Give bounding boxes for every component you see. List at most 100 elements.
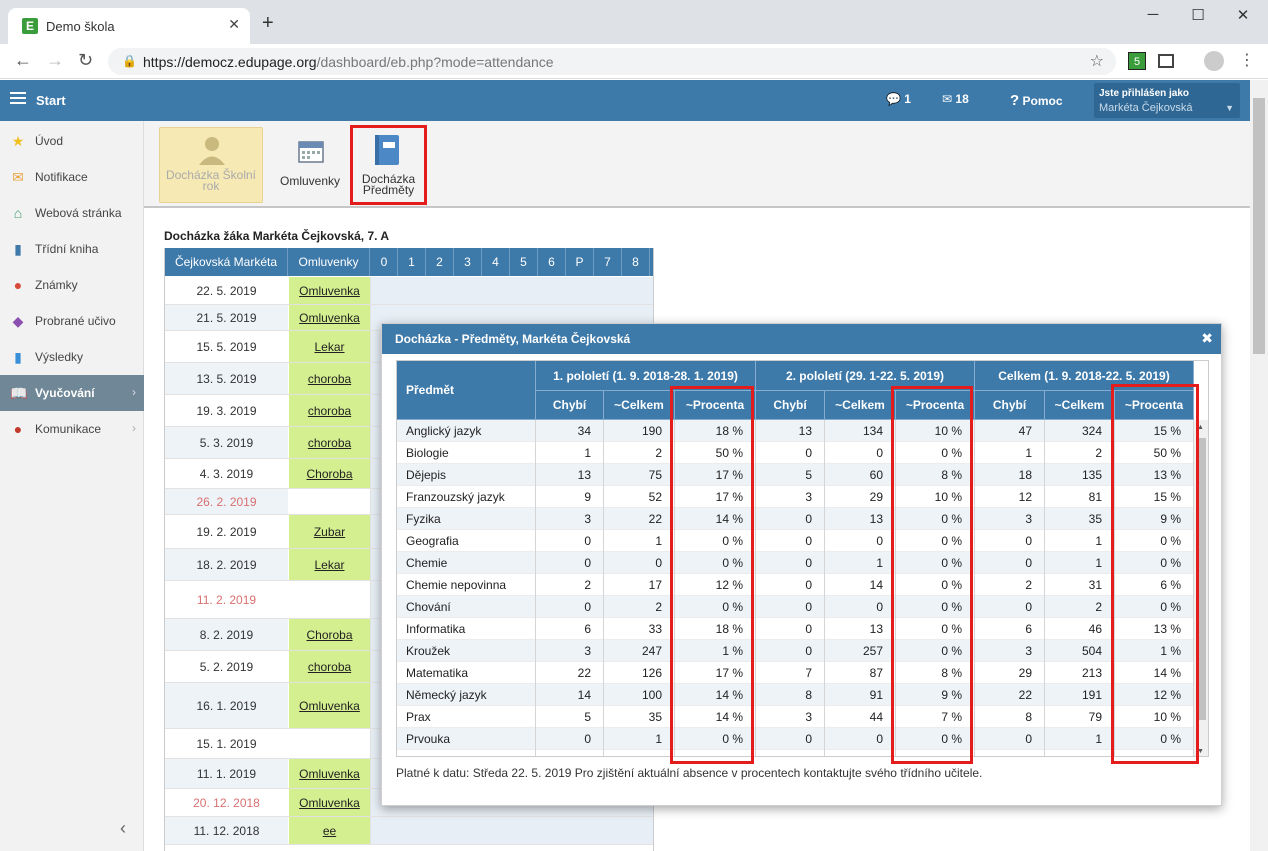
start-button[interactable]: Start xyxy=(36,93,66,108)
messages-button[interactable]: ✉ 18 xyxy=(942,92,969,106)
stat-cell: 0 xyxy=(756,596,825,618)
sidebar-item-notifikace[interactable]: ✉ Notifikace xyxy=(0,159,144,195)
stat-cell: 2 xyxy=(536,574,604,596)
attendance-date: 5. 3. 2019 xyxy=(165,427,288,458)
page-scrollbar[interactable] xyxy=(1250,80,1268,851)
sidebar-item-třídní-kniha[interactable]: ▮ Třídní kniha xyxy=(0,231,144,267)
close-icon[interactable]: ✖ xyxy=(1201,330,1213,347)
maximize-icon[interactable]: ☐ xyxy=(1183,6,1213,24)
new-tab-icon[interactable]: + xyxy=(262,12,274,35)
back-icon[interactable]: ← xyxy=(14,50,32,71)
browser-menu-icon[interactable]: ⋮ xyxy=(1238,52,1256,70)
sidebar-item-webová-stránka[interactable]: ⌂ Webová stránka xyxy=(0,195,144,231)
url-field[interactable]: 🔒 https://democz.edupage.org/dashboard/e… xyxy=(108,48,1116,75)
excuse-link[interactable]: Omluvenka xyxy=(289,277,371,304)
period-header: 3 xyxy=(454,248,482,276)
excuse-link[interactable]: choroba xyxy=(289,363,371,394)
subject-row: Chování 0 2 0 % 0 0 0 % 0 2 0 % xyxy=(397,596,1194,618)
stat-cell: 6 xyxy=(536,750,604,756)
stat-cell: 87 xyxy=(825,662,896,684)
excuse-link[interactable]: choroba xyxy=(289,427,371,458)
excuse-link[interactable]: Omluvenka xyxy=(289,305,371,330)
subject-row: Fyzika 3 22 14 % 0 13 0 % 3 35 9 % xyxy=(397,508,1194,530)
stat-cell: 81 xyxy=(1045,486,1115,508)
sidebar-item-výsledky[interactable]: ▮ Výsledky xyxy=(0,339,144,375)
browser-tab[interactable]: E Demo škola ✕ xyxy=(8,8,250,44)
excuse-link[interactable]: Lekar xyxy=(289,549,371,580)
excuse-header: Omluvenky xyxy=(288,248,370,276)
period-header: 0 xyxy=(371,248,398,276)
stat-cell: 9 xyxy=(536,486,604,508)
excuse-link[interactable]: Omluvenka xyxy=(289,759,371,788)
sidebar-item-známky[interactable]: ● Známky xyxy=(0,267,144,303)
window-close-icon[interactable]: ✕ xyxy=(1228,6,1258,24)
excuses-button[interactable]: Omluvenky xyxy=(277,127,343,203)
tab-close-icon[interactable]: ✕ xyxy=(228,16,240,33)
attendance-date: 20. 12. 2018 xyxy=(193,795,260,810)
bookmark-star-icon[interactable]: ☆ xyxy=(1090,51,1104,71)
extension-badge-icon[interactable]: 5 xyxy=(1128,52,1146,70)
excuse-link[interactable]: Choroba xyxy=(289,619,371,650)
stat-cell: 3 xyxy=(756,706,825,728)
excuse-link[interactable]: Zubar xyxy=(289,515,371,548)
subject-name: Fyzika xyxy=(397,508,536,530)
stat-cell: 5 xyxy=(756,464,825,486)
attendance-date: 19. 2. 2019 xyxy=(196,524,257,539)
attendance-date: 22. 5. 2019 xyxy=(196,283,257,298)
stat-cell: 3 xyxy=(536,508,604,530)
lock-icon: 🔒 xyxy=(122,54,137,68)
excuse-link[interactable]: ee xyxy=(289,817,371,844)
stat-cell: 0 xyxy=(756,574,825,596)
stat-cell: 1 xyxy=(536,442,604,464)
excuse-link[interactable]: choroba xyxy=(289,395,371,426)
attendance-subjects-button[interactable]: Docházka Předměty xyxy=(350,125,427,205)
forward-icon[interactable]: → xyxy=(46,50,64,71)
sidebar-item-label: Třídní kniha xyxy=(35,242,99,256)
stat-cell: 29 xyxy=(975,662,1045,684)
dialog-title: Docházka - Předměty, Markéta Čejkovská xyxy=(395,332,631,346)
stat-cell: 22 xyxy=(604,508,675,530)
stat-cell: 134 xyxy=(825,420,896,442)
comments-icon: 💬 xyxy=(886,92,901,106)
excuse-link[interactable]: Omluvenka xyxy=(289,683,371,728)
stat-cell: 0 xyxy=(604,552,675,574)
url-path: /dashboard/eb.php?mode=attendance xyxy=(316,54,554,70)
attendance-date: 16. 1. 2019 xyxy=(165,683,288,728)
sidebar-item-komunikace[interactable]: ● Komunikace › xyxy=(0,411,144,447)
collapse-sidebar-icon[interactable]: ‹ xyxy=(120,818,126,839)
stat-cell: 3 xyxy=(756,486,825,508)
sidebar-item-vyučování[interactable]: 📖 Vyučování › xyxy=(0,375,144,411)
minimize-icon[interactable]: ─ xyxy=(1138,6,1168,23)
attendance-header-row: Čejkovská Markéta Omluvenky 0123456P78 xyxy=(165,248,653,276)
profile-avatar-icon[interactable] xyxy=(1204,51,1224,71)
attendance-date: 11. 12. 2018 xyxy=(165,817,288,844)
stat-cell: 247 xyxy=(604,640,675,662)
subject-name: Matematika xyxy=(397,662,536,684)
screenshot-extension-icon[interactable] xyxy=(1158,54,1174,68)
subject-name: Dějepis xyxy=(397,464,536,486)
user-menu[interactable]: Jste přihlášen jako Markéta Čejkovská ▼ xyxy=(1094,83,1240,118)
person-icon xyxy=(199,137,225,165)
subject-name: Franzouzský jazyk xyxy=(397,486,536,508)
excuse-link[interactable]: Omluvenka xyxy=(289,789,371,816)
messages-count: 18 xyxy=(955,92,969,106)
stat-cell: 44 xyxy=(825,706,896,728)
attendance-date: 19. 3. 2019 xyxy=(196,403,257,418)
comments-button[interactable]: 💬 1 xyxy=(886,92,911,106)
sidebar-item-úvod[interactable]: ★ Úvod xyxy=(0,123,144,159)
highlight-percent-first xyxy=(670,386,754,764)
reload-icon[interactable]: ↻ xyxy=(78,50,93,71)
excuse-link[interactable]: Lekar xyxy=(289,331,371,362)
page-scrollbar-thumb[interactable] xyxy=(1253,98,1265,354)
sidebar-item-label: Úvod xyxy=(35,134,64,148)
excuse-link[interactable]: choroba xyxy=(289,651,371,682)
help-button[interactable]: ? Pomoc xyxy=(1010,92,1063,109)
excuses-label: Omluvenky xyxy=(279,174,341,188)
attendance-school-year-button[interactable]: Docházka Školní rok xyxy=(159,127,263,203)
stat-cell: 3 xyxy=(536,640,604,662)
menu-hamburger-icon[interactable] xyxy=(10,92,26,94)
excuse-link[interactable]: Choroba xyxy=(289,459,371,488)
tab-title: Demo škola xyxy=(46,19,115,34)
sidebar-item-probrané-učivo[interactable]: ◆ Probrané učivo xyxy=(0,303,144,339)
stat-cell: 135 xyxy=(1045,464,1115,486)
